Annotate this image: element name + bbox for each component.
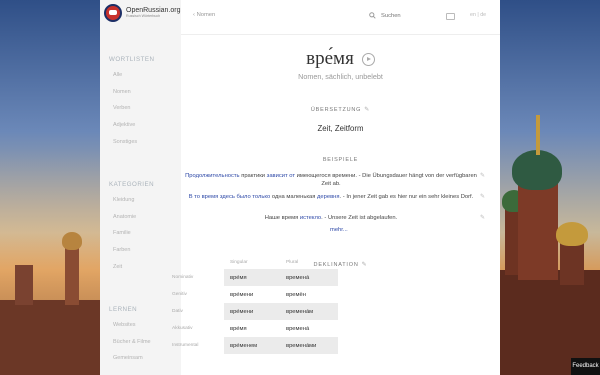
- translation-title: ÜBERSETZUNG: [310, 107, 362, 113]
- plural-header: Plural: [286, 259, 299, 265]
- example-ru-link[interactable]: Продолжительность: [185, 173, 240, 179]
- sidebar-section-title: WORTLISTEN: [109, 56, 155, 63]
- case-label: Akkusativ: [172, 326, 193, 331]
- play-icon[interactable]: [361, 53, 375, 67]
- singular-header: Singular: [230, 259, 248, 265]
- example-ru-link[interactable]: В то время: [189, 194, 219, 200]
- singular-form: вре́мя: [224, 269, 280, 286]
- example-item: В то время здесь было только одна малень…: [188, 194, 474, 200]
- headword-text: вре́мя: [306, 48, 354, 69]
- logo-icon: [104, 4, 122, 22]
- sidebar-item-adjektive[interactable]: Adjektive: [113, 122, 135, 128]
- pencil-icon[interactable]: ✎: [364, 107, 370, 113]
- examples-heading: BEISPIELE: [322, 157, 359, 163]
- pencil-icon[interactable]: ✎: [480, 214, 485, 221]
- example-ru-link[interactable]: здесь было только: [218, 194, 270, 200]
- feedback-button[interactable]: Feedback: [571, 358, 600, 375]
- site-title: OpenRussian.org: [126, 7, 181, 15]
- plural-form: времена́: [280, 269, 338, 286]
- example-de-text: Unsere Zeit ist abgelaufen.: [327, 215, 398, 221]
- example-ru-text: одна маленькая: [270, 194, 318, 200]
- search-input[interactable]: [381, 12, 436, 19]
- headword: вре́мя: [181, 48, 500, 70]
- case-label: Instrumental: [172, 343, 199, 348]
- sidebar-item-verben[interactable]: Verben: [113, 105, 130, 111]
- sidebar-item-sonstiges[interactable]: Sonstiges: [113, 139, 137, 145]
- example-item: Наше время истекло. - Unsere Zeit ist ab…: [264, 215, 398, 221]
- case-label: Nominativ: [172, 275, 194, 280]
- example-ru-text: .: [321, 215, 323, 221]
- search-icon: [369, 12, 376, 19]
- chevron-left-icon: ‹: [193, 12, 195, 18]
- top-divider: [181, 34, 500, 35]
- example-ru-text: .: [339, 194, 342, 200]
- plural-form: времён: [286, 291, 306, 298]
- table-row: Genitiv вре́мени времён: [172, 286, 338, 303]
- word-info: Nomen, sächlich, unbelebt: [298, 72, 383, 81]
- sidebar-item-anatomie[interactable]: Anatomie: [113, 214, 136, 220]
- declension-table: Singular Plural Nominativ вре́мя времена…: [172, 255, 338, 354]
- case-label: Genitiv: [172, 292, 187, 297]
- table-row: Dativ вре́мени времена́м: [172, 303, 338, 320]
- declension-header-row: Singular Plural: [172, 255, 338, 269]
- table-row: Instrumental вре́менем времена́ми: [172, 337, 338, 354]
- back-link-label: Nomen: [196, 12, 216, 18]
- language-switch[interactable]: en | de: [470, 12, 486, 18]
- singular-form: вре́мя: [230, 325, 247, 332]
- top-bar: ‹ Nomen en | de: [181, 0, 500, 34]
- plural-form: времена́ми: [280, 337, 338, 354]
- example-ru-text: Наше время: [264, 215, 300, 221]
- sidebar-item-farben[interactable]: Farben: [113, 247, 130, 253]
- pencil-icon[interactable]: ✎: [480, 172, 485, 179]
- example-ru-link[interactable]: истекло: [300, 215, 321, 221]
- site-subtitle: Russisch Wörterbuch: [126, 14, 161, 19]
- more-examples-link[interactable]: mehr...: [330, 227, 348, 233]
- sidebar-item-nomen[interactable]: Nomen: [113, 89, 131, 95]
- site-logo[interactable]: OpenRussian.org Russisch Wörterbuch: [104, 4, 180, 22]
- search-box[interactable]: [369, 12, 436, 19]
- sidebar-item-zeit[interactable]: Zeit: [113, 264, 122, 270]
- table-row: Akkusativ вре́мя времена́: [172, 320, 338, 337]
- sidebar-item-websites[interactable]: Websites: [113, 322, 136, 328]
- example-de-text: In jener Zeit gab es hier nur ein sehr k…: [346, 194, 474, 200]
- sidebar-item-alle[interactable]: Alle: [113, 72, 122, 78]
- back-link[interactable]: ‹ Nomen: [193, 12, 215, 18]
- sidebar-item-kleidung[interactable]: Kleidung: [113, 197, 134, 203]
- pencil-icon[interactable]: ✎: [480, 193, 485, 200]
- example-ru-text: имеющегося времени.: [295, 173, 357, 179]
- keyboard-icon[interactable]: [446, 13, 455, 20]
- plural-form: времена́: [286, 325, 310, 332]
- plural-form: времена́м: [280, 303, 338, 320]
- sidebar: OpenRussian.org Russisch Wörterbuch WORT…: [100, 0, 181, 375]
- pencil-icon[interactable]: ✎: [362, 262, 368, 268]
- translation-heading: ÜBERSETZUNG ✎: [181, 106, 500, 113]
- example-ru-link[interactable]: деревня: [317, 194, 339, 200]
- sidebar-section-title: KATEGORIEN: [109, 181, 155, 188]
- singular-form: вре́менем: [224, 337, 280, 354]
- main-panel: OpenRussian.org Russisch Wörterbuch WORT…: [100, 0, 500, 375]
- case-label: Dativ: [172, 309, 183, 314]
- example-item: Продолжительность практики зависит от им…: [185, 173, 477, 188]
- table-row: Nominativ вре́мя времена́: [172, 269, 338, 286]
- sidebar-item-buecher-filme[interactable]: Bücher & Filme: [113, 339, 151, 345]
- example-ru-link[interactable]: зависит от: [267, 173, 295, 179]
- sidebar-section-title: LERNEN: [109, 306, 138, 313]
- example-ru-text: практики: [239, 173, 267, 179]
- sidebar-item-gemeinsam[interactable]: Gemeinsam: [113, 355, 143, 361]
- singular-form: вре́мени: [224, 303, 280, 320]
- singular-form: вре́мени: [230, 291, 254, 298]
- translation-text: Zeit, Zeitform: [317, 124, 364, 133]
- sidebar-item-familie[interactable]: Familie: [113, 230, 131, 236]
